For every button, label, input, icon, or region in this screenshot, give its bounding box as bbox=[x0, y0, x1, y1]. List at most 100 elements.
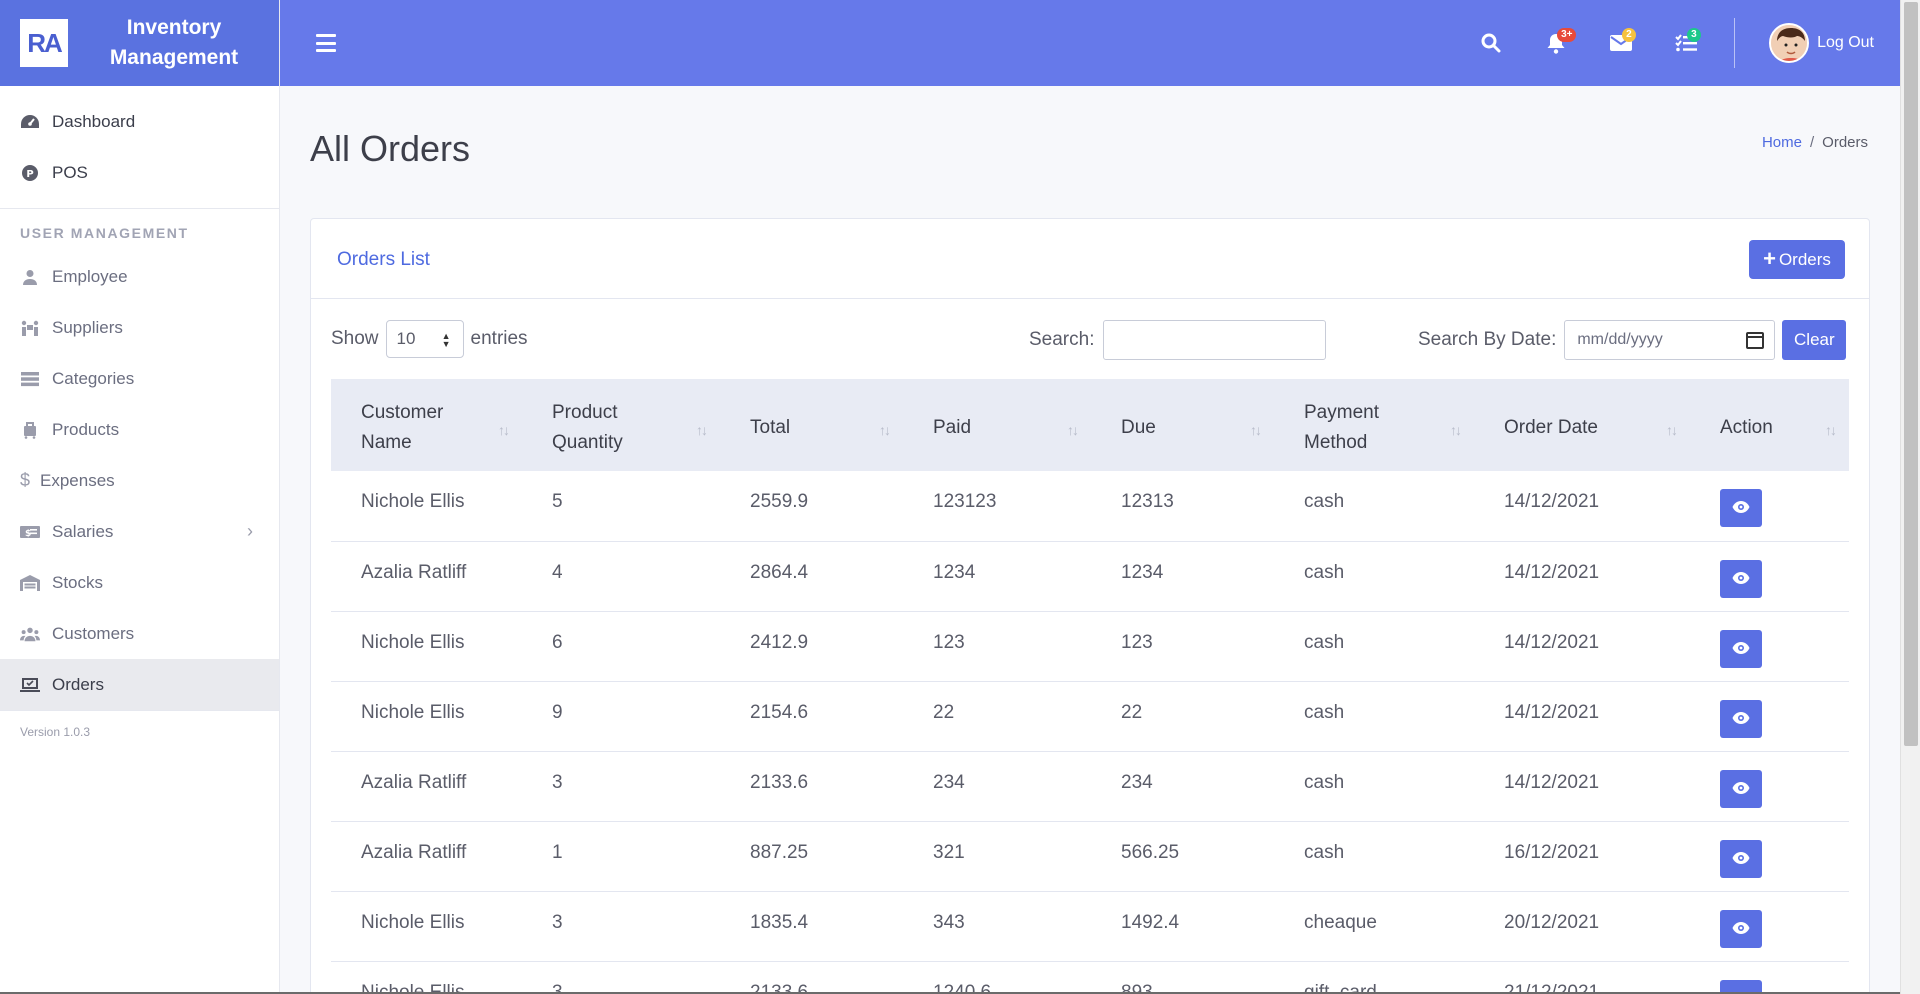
cell-due: 234 bbox=[1121, 771, 1153, 793]
messages-envelope-icon[interactable]: 2 bbox=[1606, 28, 1636, 58]
cell-action bbox=[1690, 541, 1849, 611]
eye-icon bbox=[1732, 848, 1750, 870]
eye-icon bbox=[1732, 708, 1750, 730]
cell-customer-name: Nichole Ellis bbox=[361, 701, 465, 723]
sidebar-item-employee[interactable]: Employee bbox=[0, 251, 279, 302]
view-order-button[interactable] bbox=[1720, 769, 1762, 808]
sidebar-item-dashboard[interactable]: Dashboard bbox=[0, 96, 279, 147]
sidebar-item-salaries[interactable]: $ Salaries › bbox=[0, 506, 279, 557]
luggage-icon bbox=[20, 421, 40, 439]
users-icon bbox=[20, 625, 40, 643]
select-arrows-icon: ▲ ▼ bbox=[441, 331, 451, 349]
cell-product-quantity: 3 bbox=[552, 771, 563, 793]
cell-payment-method: cash bbox=[1304, 841, 1345, 863]
cell-customer-name: Azalia Ratliff bbox=[361, 561, 467, 583]
column-header-order-date[interactable]: Order Date ↑↓ bbox=[1474, 379, 1690, 471]
view-order-button[interactable] bbox=[1720, 629, 1762, 668]
sidebar-item-label: Products bbox=[52, 419, 120, 439]
sidebar-item-categories[interactable]: Categories bbox=[0, 353, 279, 404]
user-icon bbox=[20, 268, 40, 286]
warehouse-icon bbox=[20, 574, 40, 592]
clear-button[interactable]: Clear bbox=[1782, 320, 1847, 360]
sidebar-item-label: Customers bbox=[52, 623, 135, 643]
sidebar-item-orders[interactable]: Orders bbox=[0, 659, 279, 710]
cell-product-quantity: 3 bbox=[552, 981, 563, 994]
sort-icon: ↑↓ bbox=[1067, 422, 1079, 438]
cell-action bbox=[1690, 611, 1849, 681]
cell-action bbox=[1690, 821, 1849, 891]
table-row: Azalia Ratliff 4 2864.4 1234 1234 cash 14/12/2… bbox=[331, 541, 1849, 611]
sidebar-item-suppliers[interactable]: Suppliers bbox=[0, 302, 279, 353]
messages-badge: 2 bbox=[1622, 28, 1636, 42]
date-input[interactable]: mm/dd/yyyy bbox=[1564, 320, 1776, 360]
show-label: Show bbox=[331, 328, 379, 349]
cell-due: 123 bbox=[1121, 631, 1153, 653]
cell-order-date: 14/12/2021 bbox=[1504, 491, 1600, 512]
view-order-button[interactable] bbox=[1720, 909, 1762, 948]
search-icon[interactable] bbox=[1476, 28, 1506, 58]
cell-order-date: 14/12/2021 bbox=[1504, 631, 1600, 653]
search-input[interactable] bbox=[1103, 320, 1327, 360]
pos-circle-icon: P bbox=[20, 164, 40, 182]
sidebar-item-products[interactable]: Products bbox=[0, 404, 279, 455]
view-order-button[interactable] bbox=[1720, 559, 1762, 598]
cell-product-quantity: 3 bbox=[552, 911, 563, 933]
topbar-divider bbox=[1734, 18, 1736, 68]
card-title: Orders List bbox=[337, 249, 430, 270]
notifications-badge: 3+ bbox=[1557, 28, 1577, 42]
breadcrumb-home-link[interactable]: Home bbox=[1762, 134, 1802, 151]
orders-table: Customer Name ↑↓ Product Quantity ↑↓ Total ↑↓… bbox=[331, 379, 1849, 994]
cell-product-quantity: 6 bbox=[552, 631, 563, 653]
dollar-icon: $ bbox=[20, 470, 31, 490]
cell-total: 2154.6 bbox=[750, 701, 809, 723]
cell-order-date: 14/12/2021 bbox=[1504, 561, 1600, 583]
sidebar-item-stocks[interactable]: Stocks bbox=[0, 557, 279, 608]
column-header-due[interactable]: Due ↑↓ bbox=[1091, 379, 1274, 471]
column-header-customer-name[interactable]: Customer Name ↑↓ bbox=[331, 379, 522, 471]
logout-link[interactable]: Log Out bbox=[1817, 34, 1874, 52]
column-header-payment-method[interactable]: Payment Method ↑↓ bbox=[1274, 379, 1474, 471]
column-header-product-quantity[interactable]: Product Quantity ↑↓ bbox=[522, 379, 720, 471]
orders-card: Orders List + Orders Show 10 ▲ ▼ entries S… bbox=[310, 218, 1870, 994]
cell-order-date: 14/12/2021 bbox=[1504, 701, 1600, 723]
view-order-button[interactable] bbox=[1720, 489, 1762, 527]
svg-text:P: P bbox=[26, 169, 33, 180]
table-row: Nichole Ellis 5 2559.9 123123 12313 cash 14/12… bbox=[331, 471, 1849, 541]
calendar-icon[interactable] bbox=[1746, 332, 1765, 349]
view-order-button[interactable] bbox=[1720, 839, 1762, 878]
sidebar-item-customers[interactable]: Customers bbox=[0, 608, 279, 659]
cell-total: 2864.4 bbox=[750, 561, 809, 583]
cell-paid: 123 bbox=[933, 631, 965, 653]
avatar[interactable] bbox=[1769, 23, 1810, 63]
entries-label: entries bbox=[470, 328, 528, 349]
tasks-badge: 3 bbox=[1687, 28, 1701, 42]
column-header-total[interactable]: Total ↑↓ bbox=[720, 379, 903, 471]
menu-toggle-icon[interactable] bbox=[316, 34, 336, 52]
column-header-action[interactable]: Action ↑↓ bbox=[1690, 379, 1849, 471]
cell-payment-method: cash bbox=[1304, 701, 1345, 723]
stack-icon bbox=[20, 370, 40, 388]
column-header-paid[interactable]: Paid ↑↓ bbox=[903, 379, 1091, 471]
topbar: 3+ 2 3 Log Out bbox=[280, 0, 1900, 86]
view-order-button[interactable] bbox=[1720, 699, 1762, 738]
cell-action bbox=[1690, 961, 1849, 994]
cell-due: 566.25 bbox=[1121, 841, 1180, 863]
cell-product-quantity: 5 bbox=[552, 491, 563, 512]
tasks-list-icon[interactable]: 3 bbox=[1671, 28, 1701, 58]
add-order-button[interactable]: + Orders bbox=[1749, 240, 1845, 279]
brand[interactable]: RA Inventory Management bbox=[0, 0, 279, 86]
entries-select[interactable]: 10 ▲ ▼ bbox=[385, 320, 464, 358]
sidebar-item-label: Dashboard bbox=[52, 111, 136, 131]
notifications-bell-icon[interactable]: 3+ bbox=[1541, 28, 1577, 58]
cell-due: 22 bbox=[1121, 701, 1143, 723]
sort-icon: ↑↓ bbox=[498, 422, 510, 438]
scrollbar-thumb[interactable] bbox=[1904, 2, 1918, 746]
sort-icon: ↑↓ bbox=[696, 422, 708, 438]
sidebar-item-pos[interactable]: P POS bbox=[0, 147, 279, 198]
page-scrollbar[interactable] bbox=[1900, 0, 1920, 994]
sidebar-item-expenses[interactable]: $ Expenses bbox=[0, 455, 279, 506]
cell-paid: 234 bbox=[933, 771, 965, 793]
cell-paid: 22 bbox=[933, 701, 955, 723]
sidebar-item-label: Suppliers bbox=[52, 317, 123, 337]
sidebar-item-label: Categories bbox=[52, 368, 135, 388]
